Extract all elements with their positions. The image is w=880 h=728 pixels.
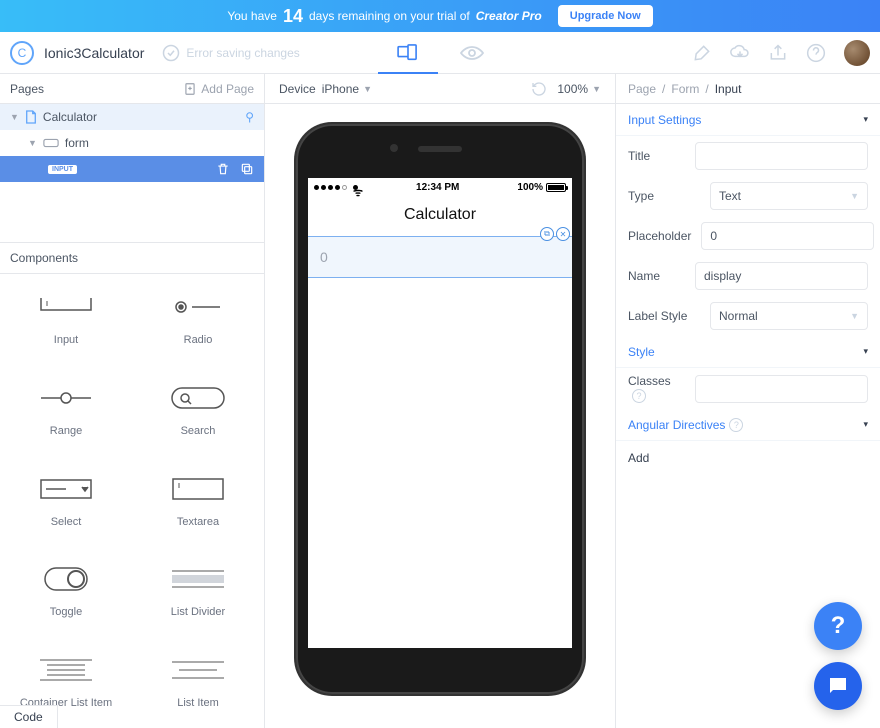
tree-input-selected[interactable]: INPUT [0, 156, 264, 182]
banner-text: You have [227, 9, 277, 23]
add-page-button[interactable]: Add Page [183, 82, 254, 96]
trial-banner: You have 14 days remaining on your trial… [0, 0, 880, 32]
component-range[interactable]: Range [0, 365, 132, 455]
upgrade-button[interactable]: Upgrade Now [558, 5, 653, 27]
reload-icon[interactable] [531, 81, 547, 97]
main-toolbar: C Ionic3Calculator Error saving changes [0, 32, 880, 74]
zoom-dropdown[interactable]: 100% ▼ [557, 82, 601, 96]
chevron-down-icon: ▼ [363, 84, 372, 94]
app-title: Ionic3Calculator [44, 45, 144, 61]
labelstyle-select[interactable]: Normal▼ [710, 302, 868, 330]
preview-mode-icon[interactable] [460, 42, 484, 64]
avatar[interactable] [844, 40, 870, 66]
device-dropdown[interactable]: iPhone ▼ [322, 82, 372, 96]
pin-icon[interactable]: ⚲ [245, 110, 254, 124]
phone-camera [390, 144, 398, 152]
type-select[interactable]: Text▼ [710, 182, 868, 210]
pages-header: Pages Add Page [0, 74, 264, 104]
canvas-toolbar: Device iPhone ▼ 100% ▼ [265, 74, 615, 104]
phone-screen[interactable]: ᯤ 12:34 PM 100% Calculator 0 ⧉ ✕ [308, 178, 572, 648]
phone-frame: ᯤ 12:34 PM 100% Calculator 0 ⧉ ✕ [296, 124, 584, 694]
cloud-download-icon[interactable] [730, 43, 750, 63]
help-fab[interactable]: ? [814, 602, 862, 650]
canvas-panel: Device iPhone ▼ 100% ▼ ᯤ 12:34 [265, 74, 615, 728]
trash-icon[interactable] [216, 162, 230, 176]
chevron-down-icon: ▾ [863, 419, 868, 430]
delete-handle-icon[interactable]: ✕ [556, 227, 570, 241]
pages-tree: ▼ Calculator ⚲ ▼ form INPUT [0, 104, 264, 182]
component-input[interactable]: Input [0, 274, 132, 364]
calculator-display-input[interactable]: 0 ⧉ ✕ [308, 236, 572, 278]
help-icon[interactable] [806, 43, 826, 63]
chat-fab[interactable] [814, 662, 862, 710]
directives-section[interactable]: Angular Directives?▾ [616, 409, 880, 441]
share-icon[interactable] [768, 43, 788, 63]
style-section[interactable]: Style▾ [616, 336, 880, 368]
form-icon [43, 138, 59, 148]
code-tab[interactable]: Code [0, 705, 58, 728]
banner-product: Creator Pro [476, 9, 542, 23]
chevron-down-icon: ▼ [28, 138, 37, 148]
placeholder-input[interactable] [701, 222, 874, 250]
tree-page-calculator[interactable]: ▼ Calculator ⚲ [0, 104, 264, 130]
banner-text: days remaining on your trial of [309, 9, 470, 23]
breadcrumb-page[interactable]: Page [628, 82, 656, 96]
banner-days: 14 [283, 6, 303, 27]
component-list-item[interactable]: List Item [132, 637, 264, 727]
tree-form[interactable]: ▼ form [0, 130, 264, 156]
chevron-down-icon: ▼ [850, 311, 859, 321]
battery-icon: 100% [517, 182, 566, 193]
name-input[interactable] [695, 262, 868, 290]
left-panel: Pages Add Page ▼ Calculator ⚲ ▼ form INP… [0, 74, 265, 728]
signal-icon: ᯤ [314, 185, 358, 190]
logo-icon[interactable]: C [10, 41, 34, 65]
status-time: 12:34 PM [416, 182, 459, 193]
input-badge: INPUT [48, 165, 77, 174]
component-search[interactable]: Search [132, 365, 264, 455]
page-icon [25, 110, 37, 124]
help-icon[interactable]: ? [632, 389, 646, 403]
help-icon[interactable]: ? [729, 418, 743, 432]
chevron-down-icon: ▼ [850, 191, 859, 201]
save-status: Error saving changes [162, 44, 299, 62]
classes-input[interactable] [695, 375, 868, 403]
chevron-down-icon: ▾ [863, 114, 868, 125]
add-directive-button[interactable]: Add [616, 441, 880, 475]
brush-icon[interactable] [692, 43, 712, 63]
component-list-divider[interactable]: List Divider [132, 546, 264, 636]
component-toggle[interactable]: Toggle [0, 546, 132, 636]
phone-speaker [418, 146, 462, 152]
input-settings-section[interactable]: Input Settings▾ [616, 104, 880, 136]
status-bar: ᯤ 12:34 PM 100% [308, 178, 572, 196]
breadcrumb-form[interactable]: Form [671, 82, 699, 96]
copy-icon[interactable] [240, 162, 254, 176]
component-textarea[interactable]: Textarea [132, 456, 264, 546]
component-radio[interactable]: Radio [132, 274, 264, 364]
duplicate-handle-icon[interactable]: ⧉ [540, 227, 554, 241]
breadcrumb-input: Input [715, 82, 742, 96]
title-input[interactable] [695, 142, 868, 170]
components-palette: Input Radio Range Search Select Textarea [0, 274, 264, 728]
design-mode-icon[interactable] [396, 42, 420, 64]
chevron-down-icon: ▼ [10, 112, 19, 122]
components-header: Components [0, 242, 264, 274]
chevron-down-icon: ▾ [863, 346, 868, 357]
check-icon [162, 44, 180, 62]
chevron-down-icon: ▼ [592, 84, 601, 94]
screen-title: Calculator [308, 196, 572, 236]
component-select[interactable]: Select [0, 456, 132, 546]
breadcrumb: Page/ Form/ Input [616, 74, 880, 104]
